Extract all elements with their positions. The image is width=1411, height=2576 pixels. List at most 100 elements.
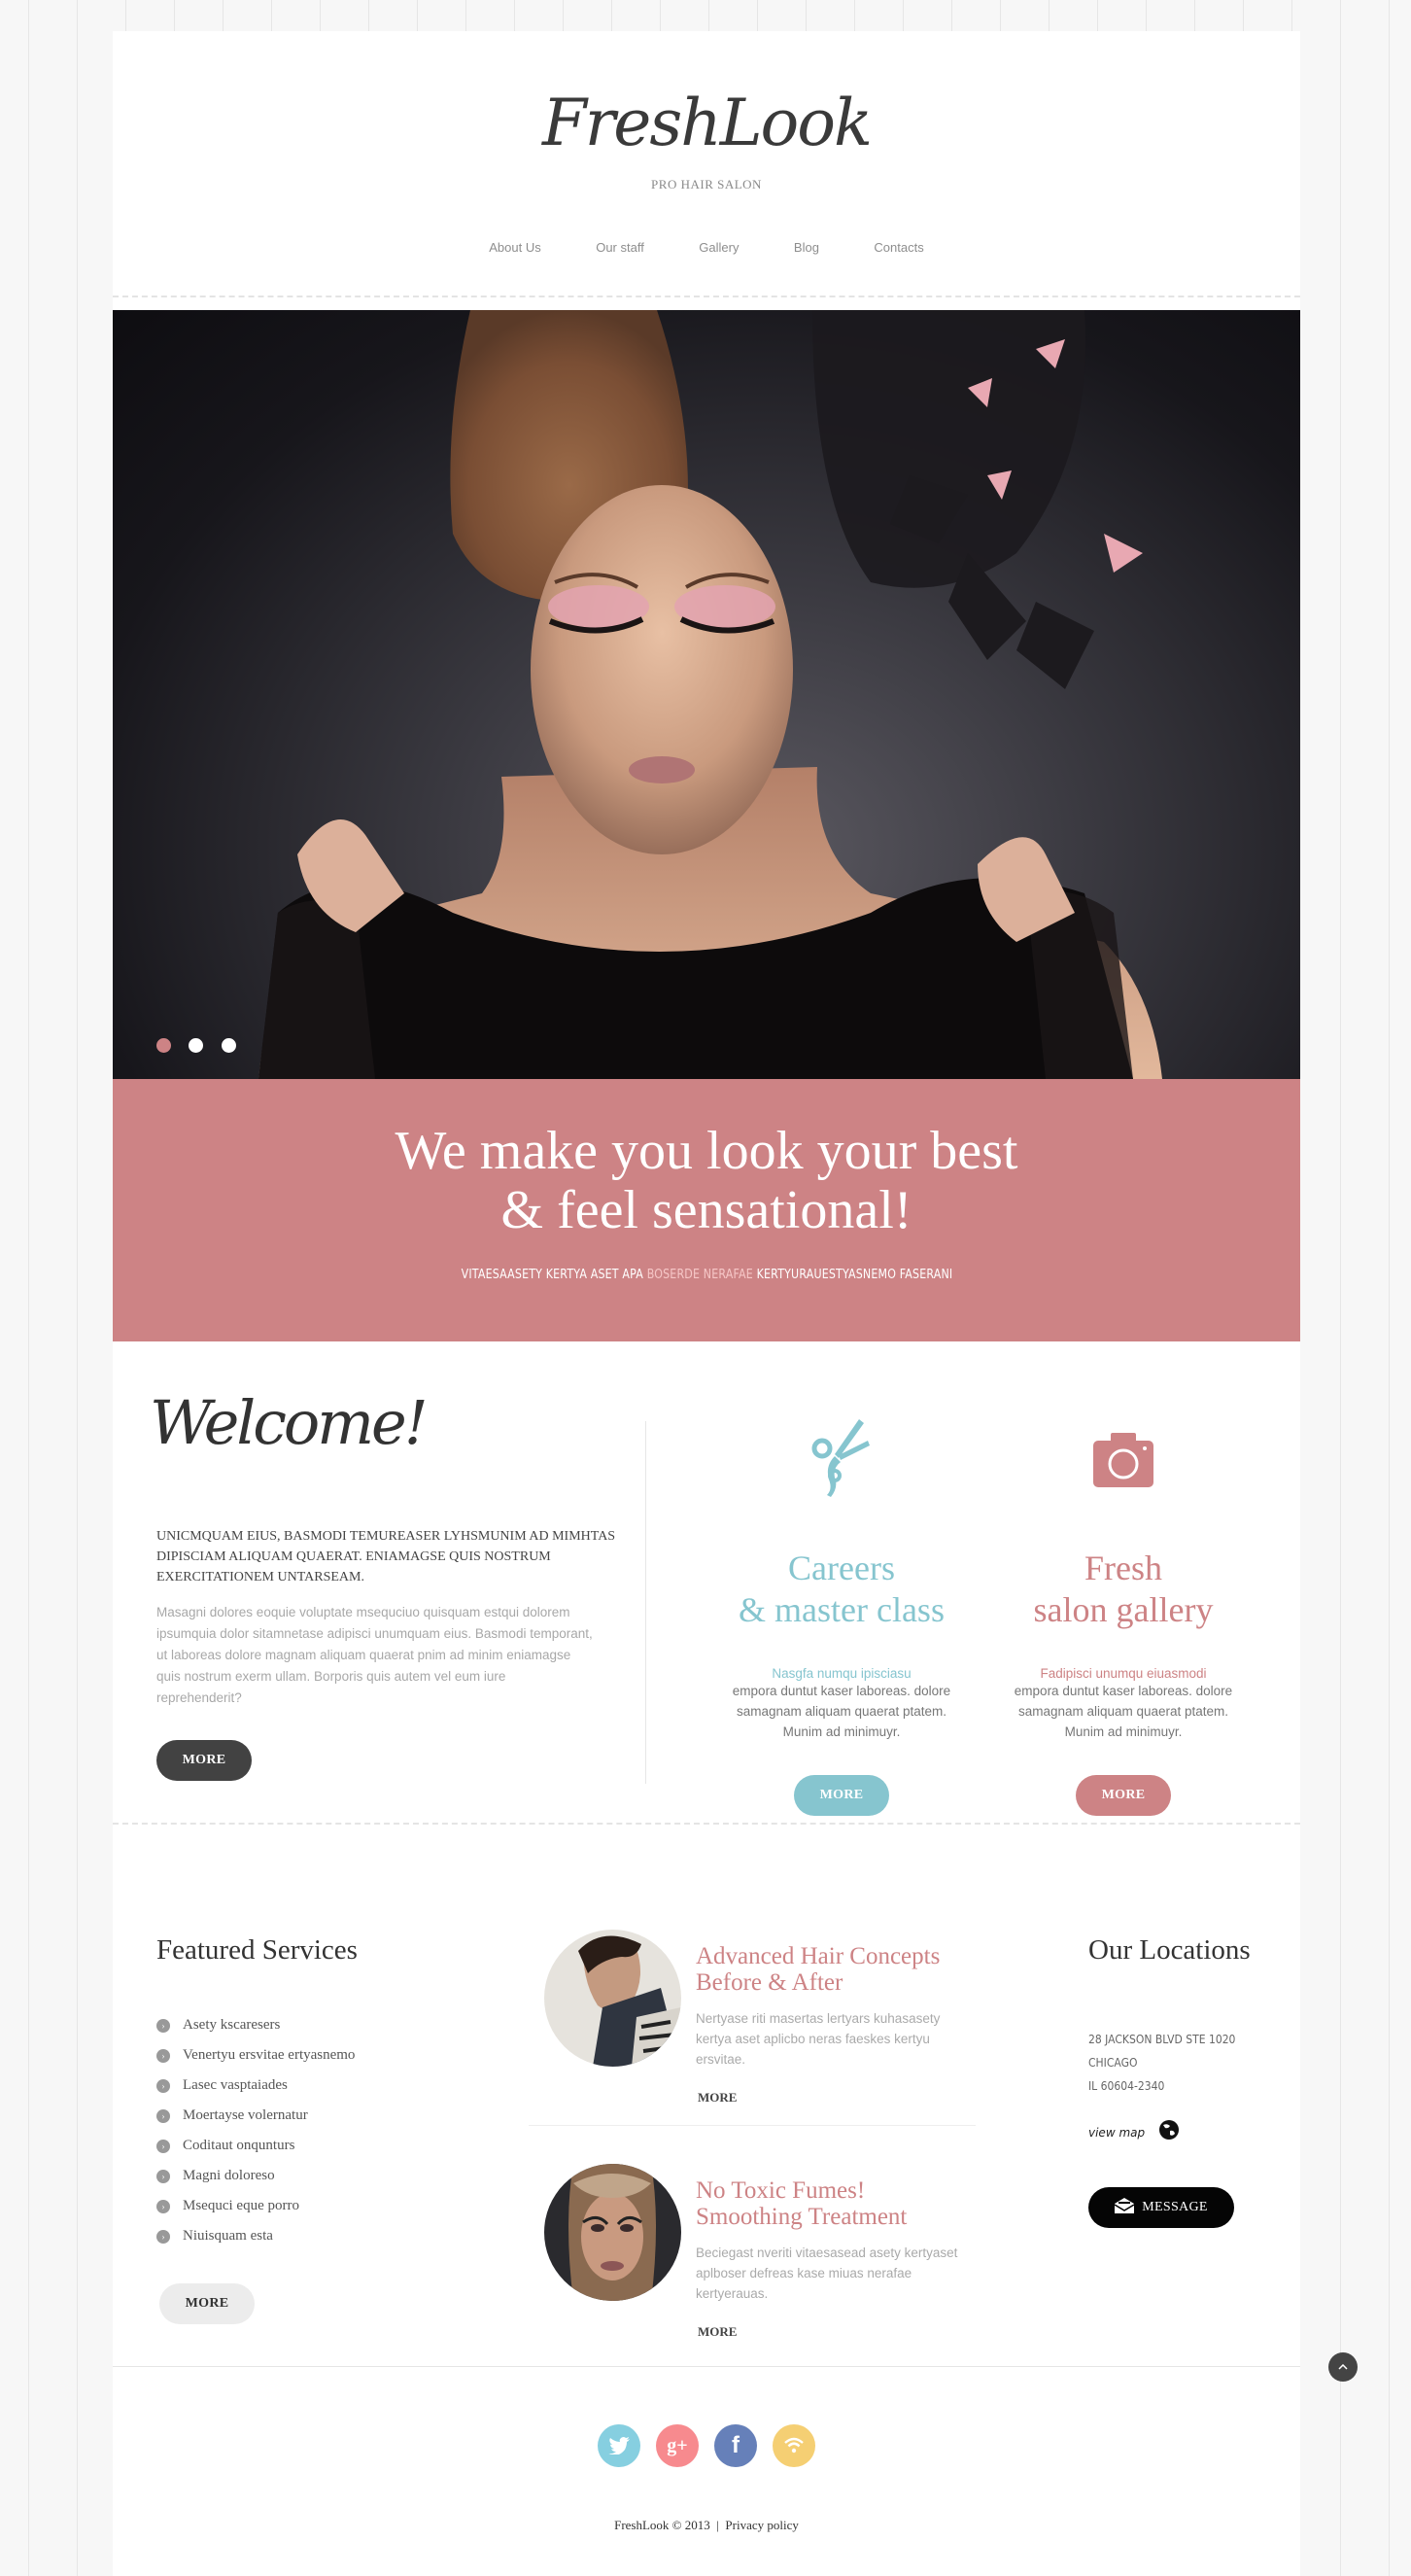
nav-our-staff[interactable]: Our staff [596,240,644,255]
footer-separator: | [716,2518,719,2532]
slider-dot-3[interactable] [221,1038,236,1053]
chevron-right-icon: › [156,2169,170,2183]
welcome-title: Welcome! [150,1387,429,1458]
address-line1: 28 JACKSON BLVD STE 1020 [1088,2033,1236,2046]
article-more-link[interactable]: MORE [698,2090,737,2106]
page-container: FreshLook PRO HAIR SALON About Us Our st… [113,31,1300,2576]
promo-gallery: Fresh salon gallery Fadipisci unumqu eiua… [997,1419,1250,1816]
site-tagline: PRO HAIR SALON [651,177,762,191]
banner-sub-highlight: BOSERDE NERAFAE [646,1268,753,1282]
promo-careers: Careers & master class Nasgfa numqu ipisc… [715,1419,968,1816]
location-address: 28 JACKSON BLVD STE 1020 CHICAGO IL 6060… [1088,2028,1235,2098]
chevron-right-icon: › [156,2229,170,2244]
slider-dot-2[interactable] [189,1038,204,1053]
article-divider [529,2125,976,2126]
article-title-line1: No Toxic Fumes! [696,2177,866,2204]
service-item-label: Asety kscaresers [183,2017,281,2033]
header-divider [113,296,1300,297]
chevron-right-icon: › [156,2048,170,2063]
promo-gallery-more-button[interactable]: MORE [1076,1775,1171,1816]
globe-icon [1158,2119,1180,2145]
promo-careers-accent: Nasgfa numqu ipisciasu [772,1666,912,1681]
service-item[interactable]: › Lasec vasptaiades [156,2071,355,2101]
main-nav: About Us Our staff Gallery Blog Contacts [113,239,1300,257]
promo-careers-title-line1: Careers [788,1549,895,1587]
service-item-label: Lasec vasptaiades [183,2077,288,2093]
chevron-right-icon: › [156,2018,170,2033]
service-item-label: Moertayse volernatur [183,2107,308,2123]
promo-gallery-title: Fresh salon gallery [997,1548,1250,1631]
service-item-label: Niuisquam esta [183,2228,273,2244]
article-text: Beciegast nveriti vitaesasead asety kert… [696,2245,958,2301]
hero-image [258,310,1162,1079]
copyright: FreshLook © 2013 | Privacy policy [113,2518,1300,2533]
camera-icon [997,1419,1250,1497]
article-title-line2: Before & After [696,1969,843,1996]
service-item[interactable]: › Asety kscaresers [156,2010,355,2040]
service-item[interactable]: › Msequci eque porro [156,2191,355,2221]
chevron-right-icon: › [156,2199,170,2213]
article-hair-concepts: Advanced Hair Concepts Before & After Ner… [529,1930,995,2114]
twitter-icon[interactable] [598,2424,640,2467]
scroll-to-top-button[interactable] [1328,2352,1358,2382]
promo-gallery-title-line1: Fresh [1084,1549,1162,1587]
welcome-body: Masagni dolores eoquie voluptate msequci… [156,1605,593,1705]
view-map-label: view map [1088,2125,1146,2140]
footer-divider [113,2366,1300,2367]
service-item[interactable]: › Moertayse volernatur [156,2101,355,2131]
chevron-right-icon: › [156,2139,170,2153]
banner-headline: We make you look your best & feel sensat… [113,1122,1300,1240]
banner-headline-line1: We make you look your best [395,1121,1018,1181]
google-plus-icon[interactable]: g+ [656,2424,699,2467]
site-logo[interactable]: FreshLook [113,91,1300,156]
nav-gallery[interactable]: Gallery [699,240,739,255]
rss-icon[interactable] [773,2424,815,2467]
section-divider [113,1823,1300,1825]
privacy-policy-link[interactable]: Privacy policy [725,2518,798,2532]
welcome-more-button[interactable]: MORE [156,1740,252,1781]
slider-dot-1[interactable] [156,1038,171,1053]
article-thumbnail-man[interactable] [544,1930,681,2067]
service-item[interactable]: › Magni doloreso [156,2161,355,2191]
view-map-link[interactable]: view map [1088,2119,1180,2145]
address-line3: IL 60604-2340 [1088,2079,1165,2093]
service-item-label: Msequci eque porro [183,2198,299,2213]
banner-subtext: VITAESAASETY KERTYA ASET APA BOSERDE NER… [461,1268,952,1282]
banner-sub-before: VITAESAASETY KERTYA ASET APA [461,1268,647,1282]
nav-contacts[interactable]: Contacts [874,240,923,255]
message-button[interactable]: MESSAGE [1088,2187,1234,2228]
article-thumbnail-woman[interactable] [544,2164,681,2301]
promo-careers-title-line2: & master class [739,1590,945,1629]
article-title: Advanced Hair Concepts Before & After [696,1943,987,1996]
service-item[interactable]: › Venertyu ersvitae ertyasnemo [156,2040,355,2071]
article-title-line1: Advanced Hair Concepts [696,1943,941,1969]
featured-services-list: › Asety kscaresers › Venertyu ersvitae ert… [156,2010,355,2251]
message-button-label: MESSAGE [1142,2200,1208,2214]
nav-blog[interactable]: Blog [794,240,819,255]
promo-careers-text: empora duntut kaser laboreas. dolore sam… [732,1684,951,1739]
promo-careers-more-button[interactable]: MORE [794,1775,889,1816]
featured-services-title: Featured Services [156,1934,358,1966]
promo-gallery-title-line2: salon gallery [1033,1590,1214,1629]
article-smoothing: No Toxic Fumes! Smoothing Treatment Becie… [529,2164,995,2349]
article-title-line2: Smoothing Treatment [696,2204,908,2230]
welcome-divider [645,1421,646,1784]
featured-more-button[interactable]: MORE [159,2283,255,2324]
banner-sub-after: KERTYURAUESTYASNEMO FASERANI [752,1268,952,1282]
scissors-icon [715,1419,968,1497]
service-item[interactable]: › Niuisquam esta [156,2221,355,2251]
chevron-up-icon [1338,2364,1348,2370]
promo-careers-title: Careers & master class [715,1548,968,1631]
service-item[interactable]: › Coditaut onqunturs [156,2131,355,2161]
tagline-banner: We make you look your best & feel sensat… [113,1079,1300,1341]
address-line2: CHICAGO [1088,2056,1138,2070]
banner-headline-line2: & feel sensational! [500,1180,912,1240]
facebook-icon[interactable]: f [714,2424,757,2467]
service-item-label: Venertyu ersvitae ertyasnemo [183,2047,356,2063]
nav-about-us[interactable]: About Us [489,240,540,255]
locations-title: Our Locations [1088,1934,1251,1966]
hero-slider[interactable] [113,310,1300,1079]
service-item-label: Magni doloreso [183,2168,275,2183]
welcome-lead: UNICMQUAM EIUS, BASMODI TEMUREASER LYHSM… [156,1529,616,1584]
article-more-link[interactable]: MORE [698,2324,737,2340]
